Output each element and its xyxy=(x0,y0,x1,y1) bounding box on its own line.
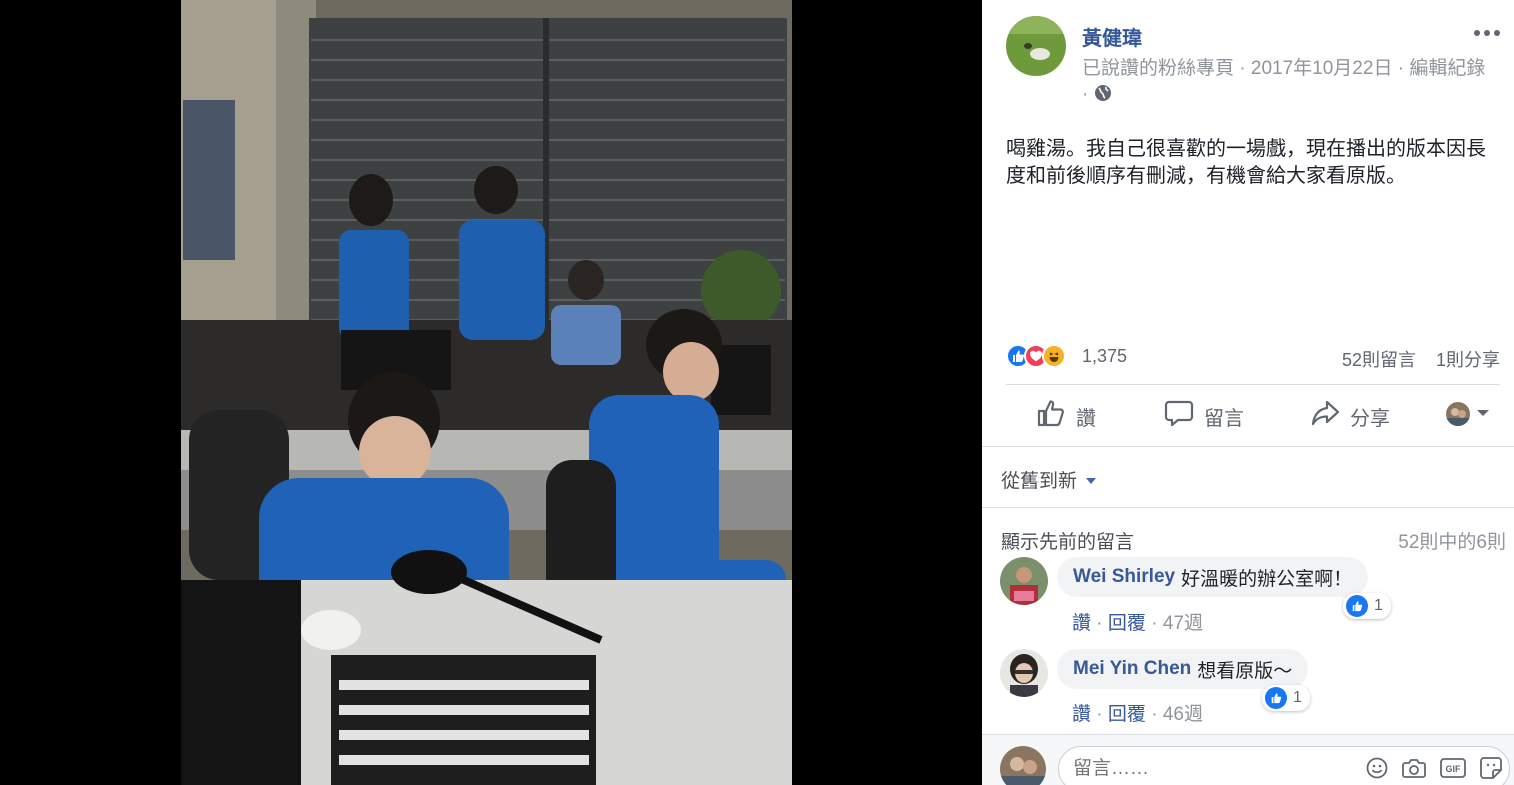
post-photo[interactable] xyxy=(181,0,792,785)
post-panel: 黃健瑋 已說讚的粉絲專頁 · 2017年10月22日 · 編輯紀錄 · 喝雞湯。… xyxy=(982,0,1514,785)
comment-button[interactable]: 留言 xyxy=(1164,398,1244,434)
comments-shown-count: 52則中的6則 xyxy=(1398,532,1506,553)
chevron-down-icon xyxy=(1085,469,1097,491)
comment-reply-link[interactable]: 回覆 xyxy=(1108,613,1146,634)
share-button[interactable]: 分享 xyxy=(1310,398,1390,434)
comment-reply-link[interactable]: 回覆 xyxy=(1108,704,1146,725)
thumbs-up-icon xyxy=(1036,398,1066,434)
commenter-avatar[interactable] xyxy=(1000,649,1048,697)
haha-reaction-icon xyxy=(1042,344,1066,368)
photo-viewer xyxy=(0,0,982,785)
comment-actions: 讚 · 回覆 · 46週 xyxy=(1072,704,1203,725)
comment-bubble: Mei Yin Chen 想看原版～ xyxy=(1057,649,1309,689)
meta-separator: · xyxy=(1082,84,1094,105)
commenter-name[interactable]: Mei Yin Chen xyxy=(1073,658,1191,680)
comment-like-badge[interactable]: 1 xyxy=(1343,593,1391,619)
user-avatar xyxy=(1000,746,1046,785)
comment-composer: GIF xyxy=(982,734,1514,785)
view-previous-comments[interactable]: 顯示先前的留言 xyxy=(1001,527,1134,554)
divider xyxy=(982,507,1514,508)
camera-icon[interactable] xyxy=(1402,757,1426,784)
comment-item: Wei Shirley 好溫暖的辦公室啊！ 1 讚 · 回覆 · 47週 xyxy=(1000,557,1500,637)
sticker-icon[interactable] xyxy=(1480,757,1502,784)
comment-text: 想看原版～ xyxy=(1197,660,1293,682)
post-date[interactable]: 2017年10月22日 xyxy=(1251,58,1393,79)
meta-separator: · xyxy=(1397,58,1410,79)
share-count[interactable]: 1則分享 xyxy=(1436,346,1500,372)
svg-text:GIF: GIF xyxy=(1446,764,1462,774)
comment-like-badge[interactable]: 1 xyxy=(1262,685,1310,711)
comment-like-count: 1 xyxy=(1293,689,1302,706)
user-avatar-small xyxy=(1446,402,1470,426)
like-reaction-icon xyxy=(1346,595,1368,617)
sort-label: 從舊到新 xyxy=(1001,471,1078,492)
liked-page-label: 已說讚的粉絲專頁 xyxy=(1082,58,1235,79)
chevron-down-icon xyxy=(1476,405,1490,423)
like-button[interactable]: 讚 xyxy=(1036,398,1096,434)
comment-like-link[interactable]: 讚 xyxy=(1072,704,1091,725)
post-actions: 讚 留言 分享 xyxy=(1004,390,1494,440)
comment-time[interactable]: 47週 xyxy=(1163,613,1203,634)
reaction-count[interactable]: 1,375 xyxy=(1082,346,1127,367)
post-header: 黃健瑋 已說讚的粉絲專頁 · 2017年10月22日 · 編輯紀錄 · xyxy=(1004,16,1504,111)
meta-separator: · xyxy=(1239,58,1251,79)
comment-actions: 讚 · 回覆 · 47週 xyxy=(1072,613,1203,634)
like-reaction-icon xyxy=(1265,687,1287,709)
share-as-selector[interactable] xyxy=(1446,402,1490,426)
post-text: 喝雞湯。我自己很喜歡的一場戲，現在播出的版本因長度和前後順序有刪減，有機會給大家… xyxy=(1006,138,1486,187)
edit-history-link[interactable]: 編輯紀錄 xyxy=(1409,58,1485,79)
divider xyxy=(1006,384,1500,385)
reaction-icons[interactable] xyxy=(1006,344,1066,368)
commenter-name[interactable]: Wei Shirley xyxy=(1073,566,1175,588)
commenter-avatar[interactable] xyxy=(1000,557,1048,605)
gif-icon[interactable]: GIF xyxy=(1440,757,1466,784)
comment-sort-dropdown[interactable]: 從舊到新 xyxy=(1001,466,1097,493)
comment-label: 留言 xyxy=(1204,407,1244,430)
post-meta: 已說讚的粉絲專頁 · 2017年10月22日 · 編輯紀錄 · xyxy=(1082,56,1502,110)
comment-time[interactable]: 46週 xyxy=(1163,704,1203,725)
author-name[interactable]: 黃健瑋 xyxy=(1082,22,1142,51)
comment-like-link[interactable]: 讚 xyxy=(1072,613,1091,634)
speech-bubble-icon xyxy=(1164,398,1194,434)
emoji-icon[interactable] xyxy=(1366,757,1388,784)
globe-icon xyxy=(1094,84,1112,110)
more-icon[interactable] xyxy=(1474,30,1500,36)
author-avatar[interactable] xyxy=(1006,16,1066,76)
composer-icons: GIF xyxy=(1366,757,1502,784)
comment-count[interactable]: 52則留言 xyxy=(1342,346,1416,372)
comment-bubble: Wei Shirley 好溫暖的辦公室啊！ xyxy=(1057,557,1369,597)
divider xyxy=(982,446,1514,447)
share-arrow-icon xyxy=(1310,398,1340,434)
comment-like-count: 1 xyxy=(1374,597,1383,614)
post-stats: 1,375 52則留言 1則分享 xyxy=(1006,342,1500,372)
comment-text: 好溫暖的辦公室啊！ xyxy=(1181,568,1353,590)
share-label: 分享 xyxy=(1350,407,1390,430)
comment-item: Mei Yin Chen 想看原版～ 1 讚 · 回覆 · 46週 xyxy=(1000,649,1500,729)
like-label: 讚 xyxy=(1076,407,1096,430)
